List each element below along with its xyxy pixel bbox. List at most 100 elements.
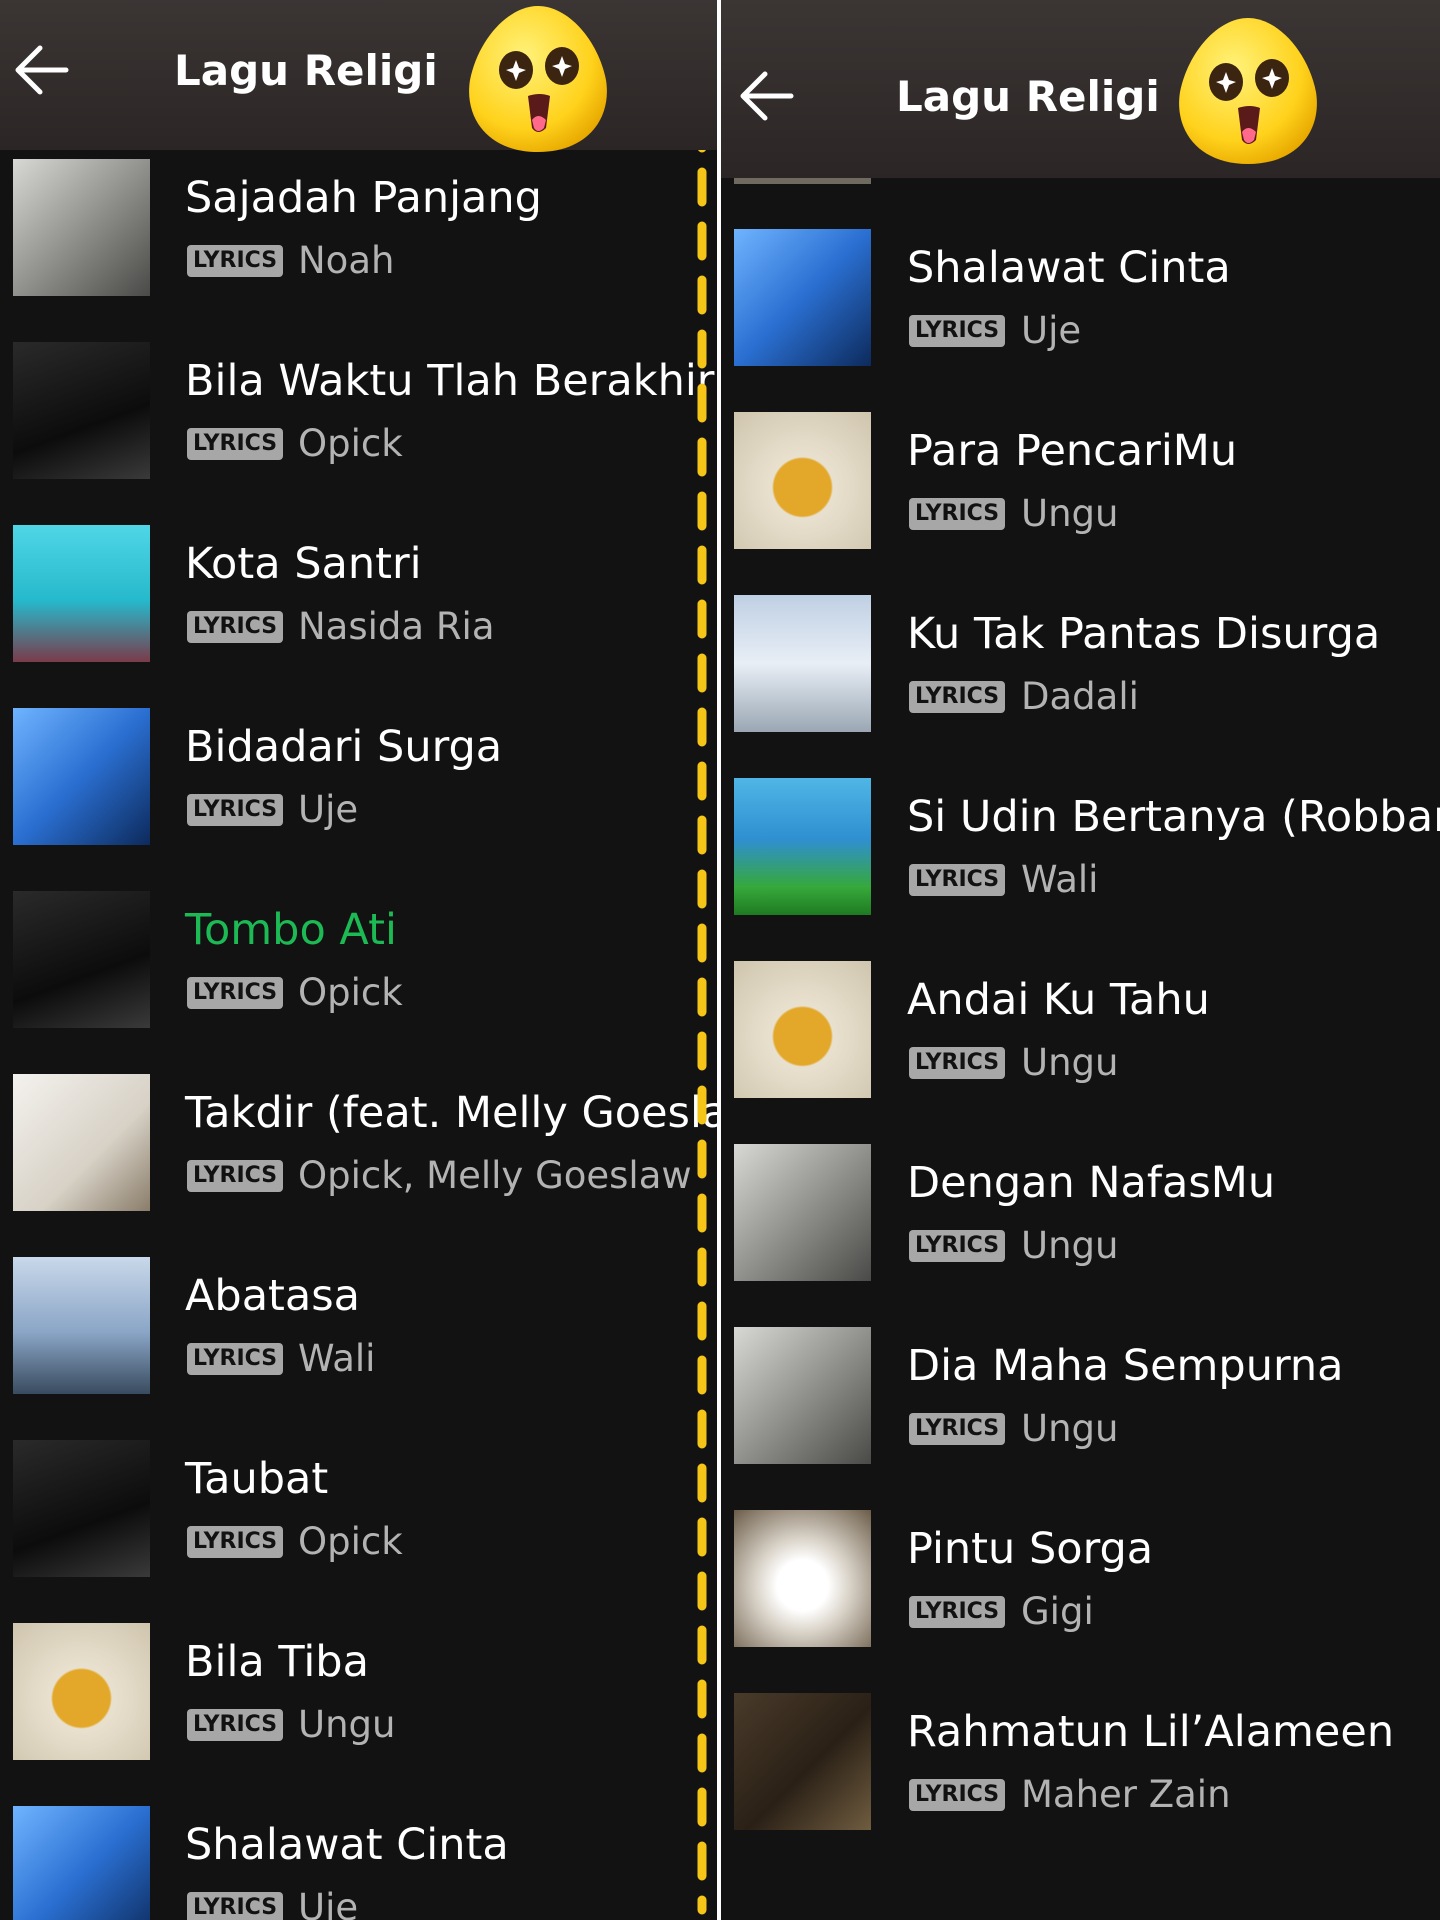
track-row[interactable]: Taubat LYRICS Opick: [0, 1440, 717, 1623]
lyrics-badge: LYRICS: [187, 1526, 284, 1558]
lyrics-badge: LYRICS: [187, 1160, 284, 1192]
track-title: Kota Santri: [185, 539, 422, 589]
track-artist: Wali: [298, 1337, 376, 1380]
lyrics-badge: LYRICS: [187, 977, 284, 1009]
track-title: Si Udin Bertanya (Robbana): [907, 792, 1440, 842]
lyrics-badge: LYRICS: [187, 611, 284, 643]
header-left: Lagu Religi: [0, 0, 717, 152]
track-row[interactable]: Rahmatun Lil’Alameen LYRICS Maher Zain: [721, 1693, 1440, 1876]
album-art: [13, 1257, 150, 1394]
album-art: [13, 159, 150, 296]
album-art: [734, 595, 871, 732]
track-title: Pintu Sorga: [907, 1524, 1154, 1574]
track-row[interactable]: Bila Tiba LYRICS Ungu: [0, 1623, 717, 1806]
track-title: Bidadari Surga: [185, 722, 503, 772]
back-arrow-icon[interactable]: [10, 38, 74, 102]
album-art: [734, 778, 871, 915]
album-art: [13, 525, 150, 662]
album-art: [734, 1327, 871, 1464]
track-row[interactable]: Shalawat Cinta LYRICS Uje: [721, 229, 1440, 412]
back-arrow-icon[interactable]: [735, 64, 799, 128]
track-title: Dengan NafasMu: [907, 1158, 1276, 1208]
track-row[interactable]: Takdir (feat. Melly Goeslaw) LYRICS Opick,…: [0, 1074, 717, 1257]
track-title: Takdir (feat. Melly Goeslaw): [185, 1088, 717, 1138]
page-title: Lagu Religi: [174, 46, 438, 95]
track-artist: Gigi: [1021, 1590, 1094, 1633]
track-title: Rahmatun Lil’Alameen: [907, 1707, 1395, 1757]
lyrics-badge: LYRICS: [909, 1779, 1006, 1811]
track-title: Dia Maha Sempurna: [907, 1341, 1344, 1391]
panel-divider: [717, 0, 721, 1920]
track-artist: Ungu: [1021, 1407, 1119, 1450]
track-artist: Ungu: [1021, 492, 1119, 535]
track-row[interactable]: Bidadari Surga LYRICS Uje: [0, 708, 717, 891]
starstruck-emoji-icon: [1179, 18, 1317, 164]
track-row[interactable]: Shalawat Cinta LYRICS Uje: [0, 1806, 717, 1920]
track-row[interactable]: Pintu Sorga LYRICS Gigi: [721, 1510, 1440, 1693]
track-artist: Maher Zain: [1021, 1773, 1231, 1816]
track-artist: Uje: [1021, 309, 1082, 352]
lyrics-badge: LYRICS: [187, 428, 284, 460]
lyrics-badge: LYRICS: [187, 245, 284, 277]
track-row[interactable]: Dia Maha Sempurna LYRICS Ungu: [721, 1327, 1440, 1510]
track-row[interactable]: Bila Waktu Tlah Berakhir LYRICS Opick: [0, 342, 717, 525]
lyrics-badge: LYRICS: [909, 1230, 1006, 1262]
lyrics-badge: LYRICS: [187, 794, 284, 826]
track-artist: Ungu: [298, 1703, 396, 1746]
track-artist: Opick: [298, 1520, 403, 1563]
track-title: Ku Tak Pantas Disurga: [907, 609, 1381, 659]
track-title: Bila Tiba: [185, 1637, 369, 1687]
track-artist: Uje: [298, 1886, 359, 1920]
lyrics-badge: LYRICS: [909, 1047, 1006, 1079]
track-row[interactable]: Dengan NafasMu LYRICS Ungu: [721, 1144, 1440, 1327]
left-panel: Sajadah Panjang LYRICS Noah Bila Waktu Tlah…: [0, 0, 717, 1920]
album-art: [734, 961, 871, 1098]
track-artist: Dadali: [1021, 675, 1139, 718]
lyrics-badge: LYRICS: [187, 1343, 284, 1375]
header-right: Lagu Religi: [721, 0, 1440, 178]
track-artist: Wali: [1021, 858, 1099, 901]
track-title: Taubat: [185, 1454, 329, 1504]
track-row[interactable]: Kota Santri LYRICS Nasida Ria: [0, 525, 717, 708]
album-art: [13, 891, 150, 1028]
track-row[interactable]: Ku Tak Pantas Disurga LYRICS Dadali: [721, 595, 1440, 778]
album-art: [13, 342, 150, 479]
album-art: [13, 1623, 150, 1760]
track-list-right: Shalawat Cinta LYRICS Uje Para PencariMu LYR…: [721, 229, 1440, 1876]
track-title: Shalawat Cinta: [185, 1820, 509, 1870]
track-list-left: Sajadah Panjang LYRICS Noah Bila Waktu Tlah…: [0, 159, 717, 1920]
track-artist: Ungu: [1021, 1224, 1119, 1267]
lyrics-badge: LYRICS: [187, 1709, 284, 1741]
album-art: [13, 1074, 150, 1211]
track-row[interactable]: Andai Ku Tahu LYRICS Ungu: [721, 961, 1440, 1144]
lyrics-badge: LYRICS: [909, 681, 1006, 713]
track-title: Andai Ku Tahu: [907, 975, 1210, 1025]
track-artist: Ungu: [1021, 1041, 1119, 1084]
lyrics-badge: LYRICS: [909, 864, 1006, 896]
track-title: Abatasa: [185, 1271, 361, 1321]
album-art: [734, 1144, 871, 1281]
track-row[interactable]: Tombo Ati LYRICS Opick: [0, 891, 717, 1074]
track-artist: Noah: [298, 239, 395, 282]
album-art: [734, 1510, 871, 1647]
track-row[interactable]: Abatasa LYRICS Wali: [0, 1257, 717, 1440]
album-art: [734, 1693, 871, 1830]
track-artist: Uje: [298, 788, 359, 831]
lyrics-badge: LYRICS: [909, 315, 1006, 347]
track-artist: Nasida Ria: [298, 605, 495, 648]
track-row[interactable]: Sajadah Panjang LYRICS Noah: [0, 159, 717, 342]
page-title: Lagu Religi: [896, 72, 1160, 121]
lyrics-badge: LYRICS: [187, 1892, 284, 1920]
track-row[interactable]: Si Udin Bertanya (Robbana) LYRICS Wali: [721, 778, 1440, 961]
lyrics-badge: LYRICS: [909, 498, 1006, 530]
track-row[interactable]: Para PencariMu LYRICS Ungu: [721, 412, 1440, 595]
album-art: [734, 412, 871, 549]
track-title: Tombo Ati: [185, 905, 397, 955]
dashed-separator: [697, 5, 707, 1915]
album-art: [734, 229, 871, 366]
lyrics-badge: LYRICS: [909, 1596, 1006, 1628]
track-artist: Opick: [298, 422, 403, 465]
starstruck-emoji-icon: [469, 6, 607, 152]
track-title: Sajadah Panjang: [185, 173, 542, 223]
track-artist: Opick: [298, 971, 403, 1014]
